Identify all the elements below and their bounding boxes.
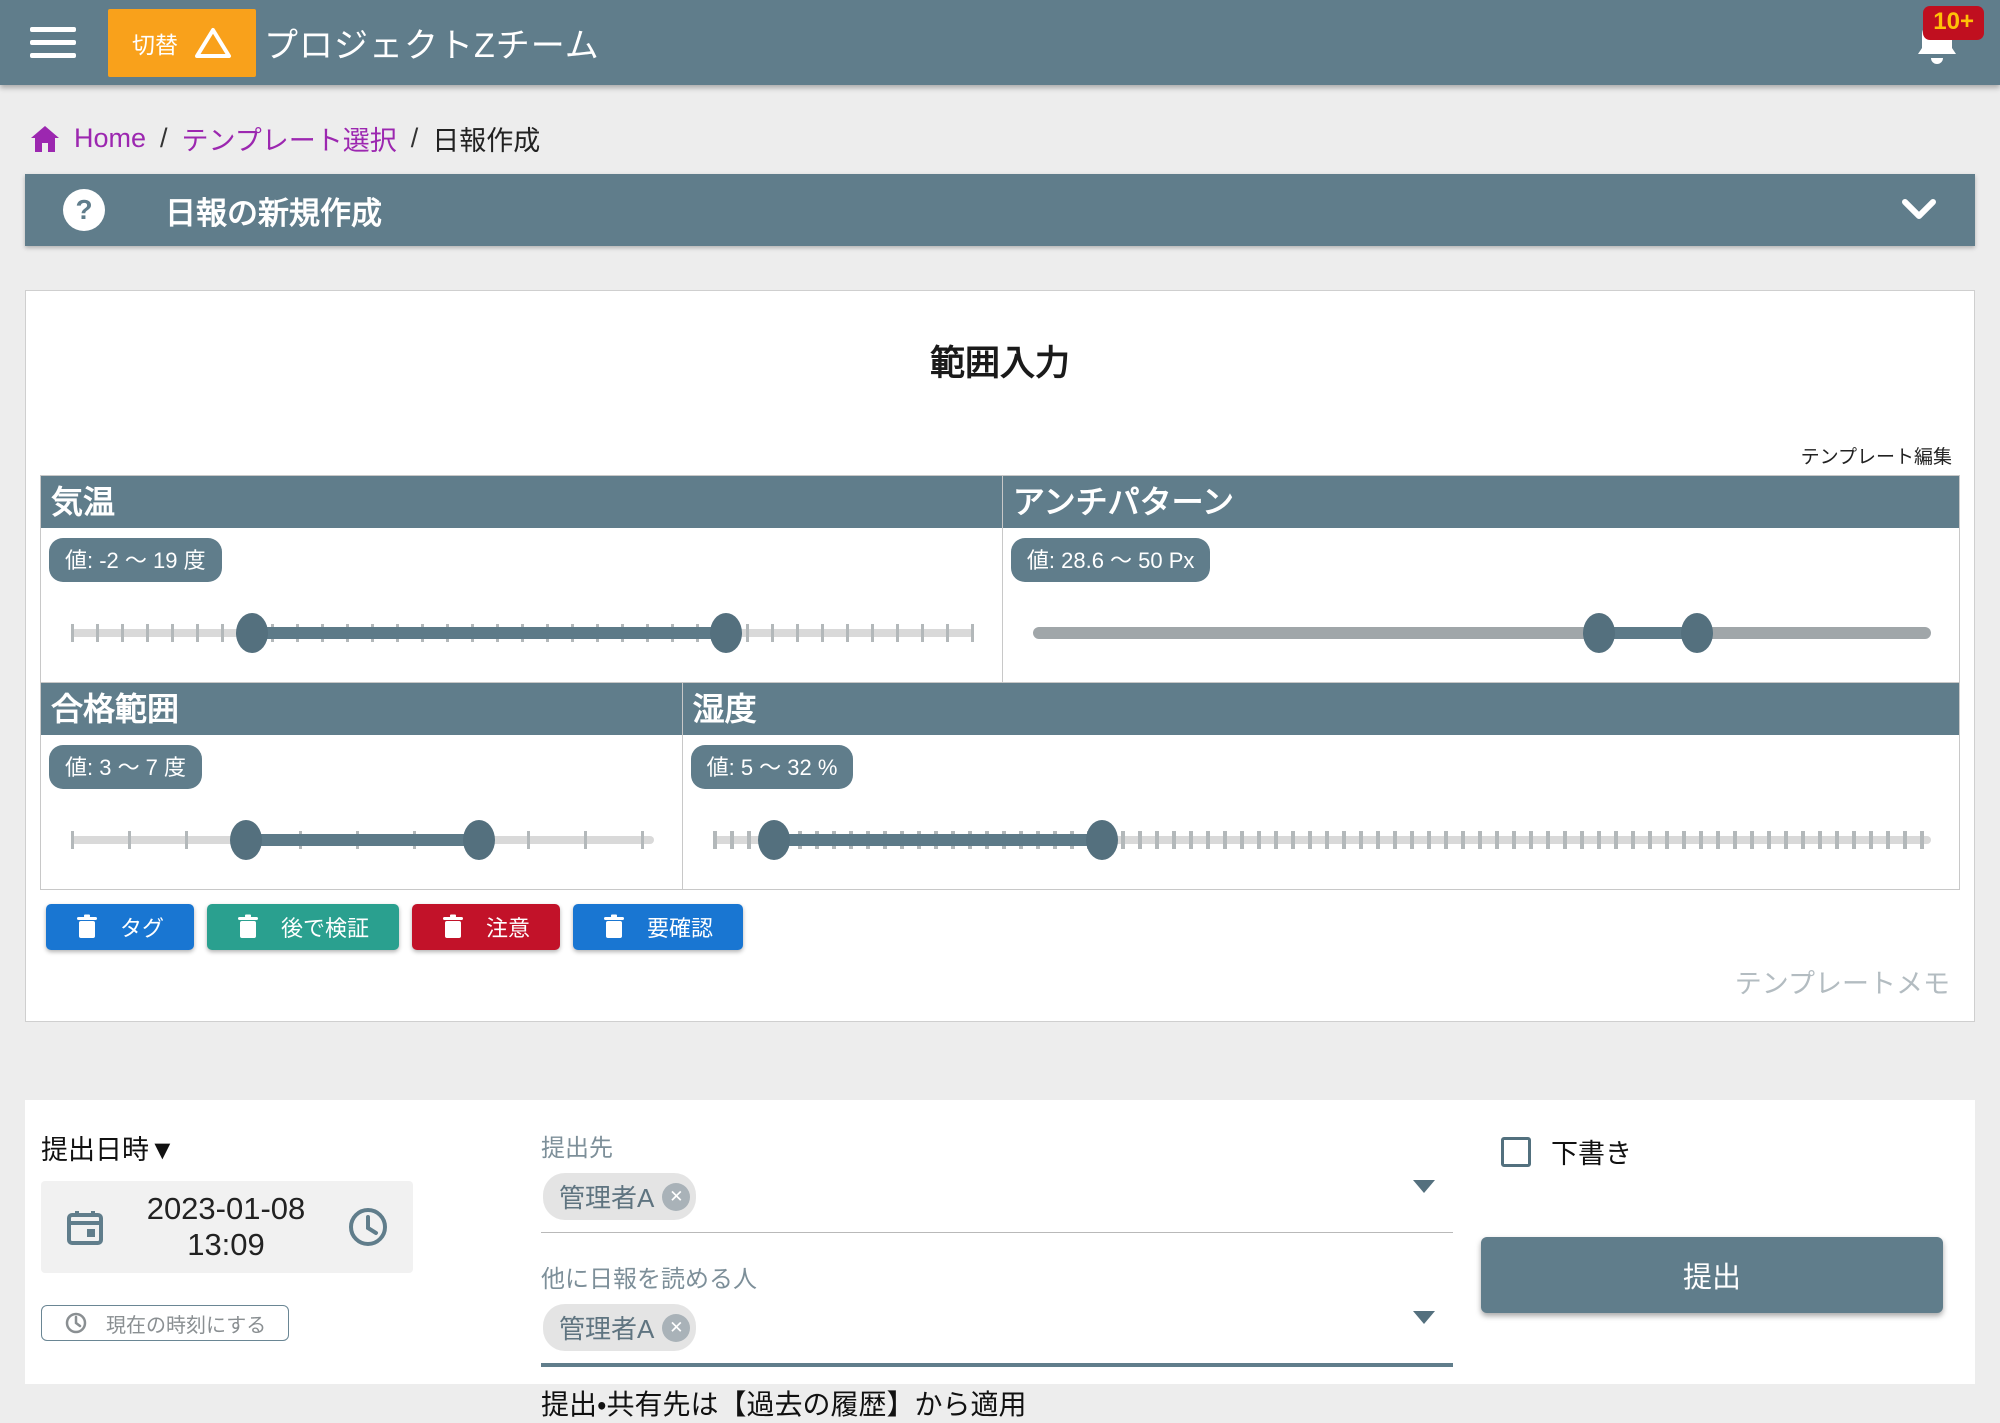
slider-grid: 気温 値: -2 ～ 19 度 アンチパターン 値: 28.6 ～ 50 Px — [40, 475, 1960, 890]
recipient-chip: 管理者A ✕ — [543, 1173, 696, 1220]
range-slider — [1033, 614, 1931, 652]
clock-small-icon — [64, 1311, 88, 1335]
slider-handle-min[interactable] — [236, 613, 268, 653]
dropdown-arrow-icon[interactable] — [1413, 1311, 1435, 1324]
readers-field[interactable]: 他に日報を読める人 管理者A ✕ — [541, 1259, 1453, 1367]
breadcrumb: Home / テンプレート選択 / 日報作成 — [0, 85, 2000, 172]
home-icon — [30, 125, 60, 153]
notification-bell-button[interactable]: 10+ — [1912, 14, 1968, 74]
reader-chip-label: 管理者A — [559, 1309, 654, 1346]
chip-remove-icon[interactable]: ✕ — [662, 1314, 690, 1342]
range-slider — [71, 821, 654, 859]
recipient-column: 提出先 管理者A ✕ 他に日報を読める人 管理者A ✕ 提出・共有先は【過去の履… — [541, 1128, 1453, 1384]
breadcrumb-separator: / — [160, 123, 168, 154]
slider-value-badge: 値: 5 ～ 32 % — [691, 745, 854, 789]
trash-icon — [603, 914, 625, 940]
slider-section-title: 合格範囲 — [41, 683, 682, 735]
draft-checkbox[interactable] — [1501, 1137, 1531, 1167]
slider-handle-min[interactable] — [230, 820, 262, 860]
slider-section-title: アンチパターン — [1003, 476, 1959, 528]
draft-label: 下書き — [1551, 1132, 1632, 1171]
slider-handle-max[interactable] — [463, 820, 495, 860]
tag-button-label: 後で検証 — [281, 911, 369, 943]
share-note: 提出・共有先は【過去の履歴】から適用 — [541, 1367, 1453, 1423]
chevron-down-icon[interactable] — [1901, 198, 1937, 222]
trash-icon — [76, 914, 98, 940]
reader-chip: 管理者A ✕ — [543, 1304, 696, 1351]
submit-to-field[interactable]: 提出先 管理者A ✕ — [541, 1128, 1453, 1233]
switch-button[interactable]: 切替 — [108, 9, 256, 77]
hamburger-menu-icon[interactable] — [30, 27, 76, 58]
datetime-column: 提出日時▼ 2023-01-08 13:09 — [41, 1128, 431, 1384]
slider-section-title: 湿度 — [683, 683, 1959, 735]
slider-section: 合格範囲 値: 3 ～ 7 度 — [41, 683, 682, 889]
slider-fill — [774, 834, 1103, 846]
submit-column: 下書き 提出 — [1481, 1128, 1951, 1384]
switch-button-label: 切替 — [132, 26, 178, 60]
tag-button[interactable]: タグ — [46, 904, 194, 950]
calendar-icon — [65, 1207, 105, 1247]
report-create-title: 日報の新規作成 — [165, 188, 382, 233]
range-slider — [71, 614, 974, 652]
tag-button-label: 要確認 — [647, 911, 713, 943]
datetime-label[interactable]: 提出日時▼ — [41, 1128, 431, 1167]
readers-label: 他に日報を読める人 — [541, 1259, 1453, 1294]
breadcrumb-current-page: 日報作成 — [432, 119, 540, 158]
tag-button[interactable]: 注意 — [412, 904, 560, 950]
trash-icon — [442, 914, 464, 940]
slider-handle-max[interactable] — [1086, 820, 1118, 860]
template-edit-link[interactable]: テンプレート編集 — [1801, 447, 1952, 468]
set-current-time-label: 現在の時刻にする — [106, 1309, 266, 1338]
trash-icon — [237, 914, 259, 940]
slider-handle-max[interactable] — [1681, 613, 1713, 653]
slider-handle-min[interactable] — [758, 820, 790, 860]
tag-button-label: 注意 — [486, 911, 530, 943]
slider-section: 気温 値: -2 ～ 19 度 — [41, 476, 1002, 682]
submit-to-label: 提出先 — [541, 1128, 1453, 1163]
slider-row-1: 気温 値: -2 ～ 19 度 アンチパターン 値: 28.6 ～ 50 Px — [41, 476, 1959, 683]
slider-section: 湿度 値: 5 ～ 32 % — [682, 683, 1959, 889]
submit-panel: 提出日時▼ 2023-01-08 13:09 — [25, 1100, 1975, 1384]
help-icon[interactable]: ? — [63, 189, 105, 231]
datetime-picker[interactable]: 2023-01-08 13:09 — [41, 1181, 413, 1273]
app-title: プロジェクトZチーム — [264, 18, 600, 67]
tag-button-row: タグ 後で検証 注意 要確認 — [46, 904, 1960, 950]
slider-value-badge: 値: 28.6 ～ 50 Px — [1011, 538, 1211, 582]
dropdown-arrow-icon[interactable] — [1413, 1180, 1435, 1193]
range-input-panel: 範囲入力 テンプレート編集 気温 値: -2 ～ 19 度 アンチパターン 値:… — [25, 290, 1975, 1022]
range-slider — [713, 821, 1931, 859]
recipient-chip-label: 管理者A — [559, 1178, 654, 1215]
tag-button[interactable]: 後で検証 — [207, 904, 399, 950]
tag-button-label: タグ — [120, 911, 164, 943]
warning-triangle-icon — [194, 26, 232, 60]
template-memo-label: テンプレートメモ — [40, 950, 1960, 1005]
slider-value-badge: 値: 3 ～ 7 度 — [49, 745, 202, 789]
slider-handle-min[interactable] — [1583, 613, 1615, 653]
breadcrumb-template-select-link[interactable]: テンプレート選択 — [182, 119, 397, 158]
slider-section-title: 気温 — [41, 476, 1002, 528]
submit-button[interactable]: 提出 — [1481, 1237, 1943, 1313]
tag-button[interactable]: 要確認 — [573, 904, 743, 950]
slider-row-2: 合格範囲 値: 3 ～ 7 度 湿度 値: 5 ～ 32 % — [41, 683, 1959, 889]
datetime-value: 2023-01-08 13:09 — [131, 1191, 321, 1263]
app-bar: 切替 プロジェクトZチーム 10+ — [0, 0, 2000, 85]
slider-section: アンチパターン 値: 28.6 ～ 50 Px — [1002, 476, 1959, 682]
breadcrumb-home-link[interactable]: Home — [74, 123, 146, 154]
slider-fill — [252, 627, 726, 639]
slider-track[interactable] — [1033, 627, 1931, 639]
slider-handle-max[interactable] — [710, 613, 742, 653]
clock-icon[interactable] — [347, 1206, 389, 1248]
panel-title: 範囲入力 — [40, 291, 1960, 386]
notification-count-badge: 10+ — [1923, 6, 1984, 40]
breadcrumb-separator: / — [411, 123, 419, 154]
slider-value-badge: 値: -2 ～ 19 度 — [49, 538, 222, 582]
report-create-header[interactable]: ? 日報の新規作成 — [25, 174, 1975, 246]
set-current-time-button[interactable]: 現在の時刻にする — [41, 1305, 289, 1341]
chip-remove-icon[interactable]: ✕ — [662, 1183, 690, 1211]
slider-fill — [246, 834, 479, 846]
